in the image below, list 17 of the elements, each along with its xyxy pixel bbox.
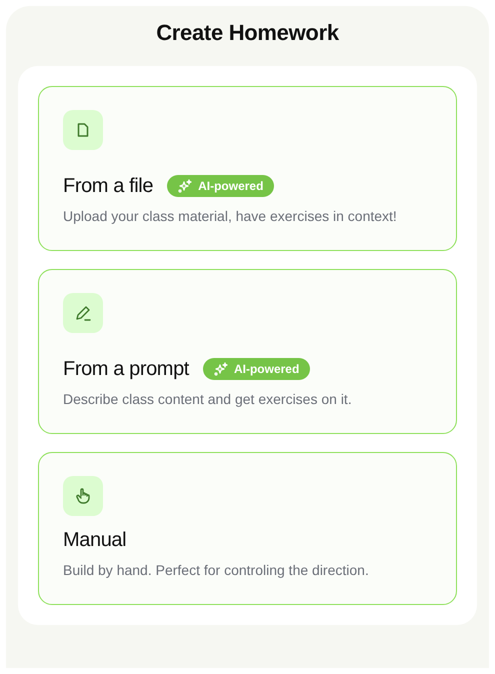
pencil-icon bbox=[74, 304, 92, 322]
pointing-hand-icon bbox=[74, 487, 92, 505]
sparkles-icon bbox=[178, 179, 192, 193]
option-title: From a prompt bbox=[63, 357, 189, 382]
option-description: Describe class content and get exercises on it. bbox=[63, 390, 353, 409]
dialog-title: Create Homework bbox=[155, 19, 340, 47]
option-title: Manual bbox=[63, 528, 126, 553]
badge-label: AI-powered bbox=[198, 179, 264, 193]
file-icon bbox=[75, 122, 91, 138]
option-card[interactable]: From a file AI-powered Upload your class material, have exercises in context! bbox=[38, 86, 457, 251]
option-card[interactable]: From a prompt AI-powered Describe class content and get exercises on it. bbox=[38, 269, 457, 434]
option-description: Build by hand. Perfect for controling the direction. bbox=[63, 561, 370, 580]
option-title: From a file bbox=[63, 174, 154, 199]
badge-label: AI-powered bbox=[234, 362, 300, 376]
option-card[interactable]: Manual Build by hand. Perfect for controling the direction. bbox=[38, 452, 457, 605]
sparkles-icon bbox=[214, 362, 228, 376]
option-description: Upload your class material, have exercises in context! bbox=[63, 207, 398, 226]
